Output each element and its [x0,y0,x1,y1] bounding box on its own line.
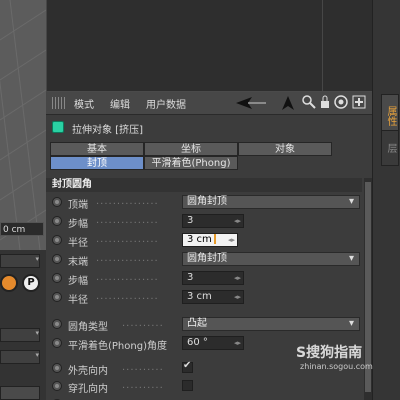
animate-radio[interactable] [52,292,62,302]
animate-radio[interactable] [52,235,62,245]
row-label: 穿孔向内 [68,384,108,395]
start-cap-dropdown[interactable]: 圆角封顶 [182,195,360,209]
animate-radio[interactable] [52,338,62,348]
menu-user-data[interactable]: 用户数据 [146,96,186,111]
row-hole-inwards: 穿孔向内 .......... [46,378,362,395]
row-label: 步幅 [68,276,88,287]
apply-button[interactable] [0,386,40,400]
animate-radio[interactable] [52,319,62,329]
left-dropdown-3[interactable]: ▾ [0,350,40,364]
tab-phong[interactable]: 平滑着色(Phong) [144,156,238,170]
row-fillet-type: 圆角类型 .......... 凸起 [46,316,362,333]
start-radius-input[interactable]: 3 cm [182,233,238,247]
left-dropdown[interactable]: ▾ [0,254,40,268]
section-title: 封顶圆角 [46,178,362,192]
viewport-3d[interactable] [0,0,46,250]
target-icon[interactable] [334,95,348,112]
left-dropdown-2[interactable]: ▾ [0,328,40,342]
animate-radio[interactable] [52,254,62,264]
end-steps-input[interactable]: 3 [182,271,244,285]
row-start: 顶端 ............... 圆角封顶 [46,194,362,211]
object-header: 拉伸对象 [挤压] [46,118,372,136]
row-constrain: 约束 [46,396,362,400]
row-label: 外壳向内 [68,366,108,377]
left-panel: ▾ P ▾ ▾ [0,250,46,400]
phong-angle-input[interactable]: 60 ° [182,336,244,350]
tab-object[interactable]: 对象 [238,142,332,156]
tab-basic[interactable]: 基本 [50,142,144,156]
row-end-radius: 半径 ............... 3 cm [46,289,362,306]
attributes-toolbar: 模式 编辑 用户数据 [46,92,372,115]
coordinate-field[interactable]: 0 cm [0,222,44,236]
row-label: 顶端 [68,200,88,211]
row-label: 半径 [68,238,88,249]
text-caret [213,234,216,244]
right-tab-strip: 属性 层 [372,0,400,400]
animate-radio[interactable] [52,273,62,283]
end-radius-input[interactable]: 3 cm [182,290,244,304]
end-cap-dropdown[interactable]: 圆角封顶 [182,252,360,266]
row-end-steps: 步幅 ............... 3 [46,270,362,287]
back-arrow-icon[interactable] [236,97,266,112]
menu-mode[interactable]: 模式 [74,96,94,111]
extrude-object-icon [52,121,64,133]
chevron-down-icon: ▾ [35,255,39,263]
search-icon[interactable] [302,95,316,112]
row-label: 步幅 [68,219,88,230]
row-start-radius: 半径 ............... 3 cm [46,232,362,249]
row-label: 平滑着色(Phong)角度 [68,341,167,352]
hull-inwards-checkbox[interactable] [182,360,193,373]
chevron-down-icon: ▾ [35,329,39,337]
menu-edit[interactable]: 编辑 [110,96,130,111]
animate-radio[interactable] [52,197,62,207]
grip-icon[interactable] [52,97,66,109]
side-tab-layers[interactable]: 层 [381,130,399,166]
chevron-down-icon: ▾ [35,351,39,359]
watermark-logo: S搜狗指南 [296,345,363,361]
scrollbar-thumb[interactable] [365,182,371,392]
hole-inwards-checkbox[interactable] [182,380,193,391]
record-position-icon[interactable]: P [22,274,40,292]
start-steps-input[interactable]: 3 [182,214,244,228]
animate-radio[interactable] [52,381,62,391]
tab-coord[interactable]: 坐标 [144,142,238,156]
row-label: 半径 [68,295,88,306]
animate-radio[interactable] [52,216,62,226]
row-end: 末端 ............... 圆角封顶 [46,251,362,268]
object-manager-panel [46,0,372,92]
record-rotation-icon[interactable] [0,274,18,292]
row-label: 圆角类型 [68,322,108,333]
viewport-grid [0,0,46,250]
row-label: 末端 [68,257,88,268]
lock-icon[interactable] [320,95,330,112]
fillet-type-dropdown[interactable]: 凸起 [182,317,360,331]
watermark-url: zhinan.sogou.com [300,362,373,371]
new-panel-icon[interactable] [352,95,366,112]
tab-caps[interactable]: 封顶 [50,156,144,170]
up-arrow-icon[interactable] [282,96,294,113]
object-title: 拉伸对象 [挤压] [72,125,143,136]
row-start-steps: 步幅 ............... 3 [46,213,362,230]
animate-radio[interactable] [52,363,62,373]
